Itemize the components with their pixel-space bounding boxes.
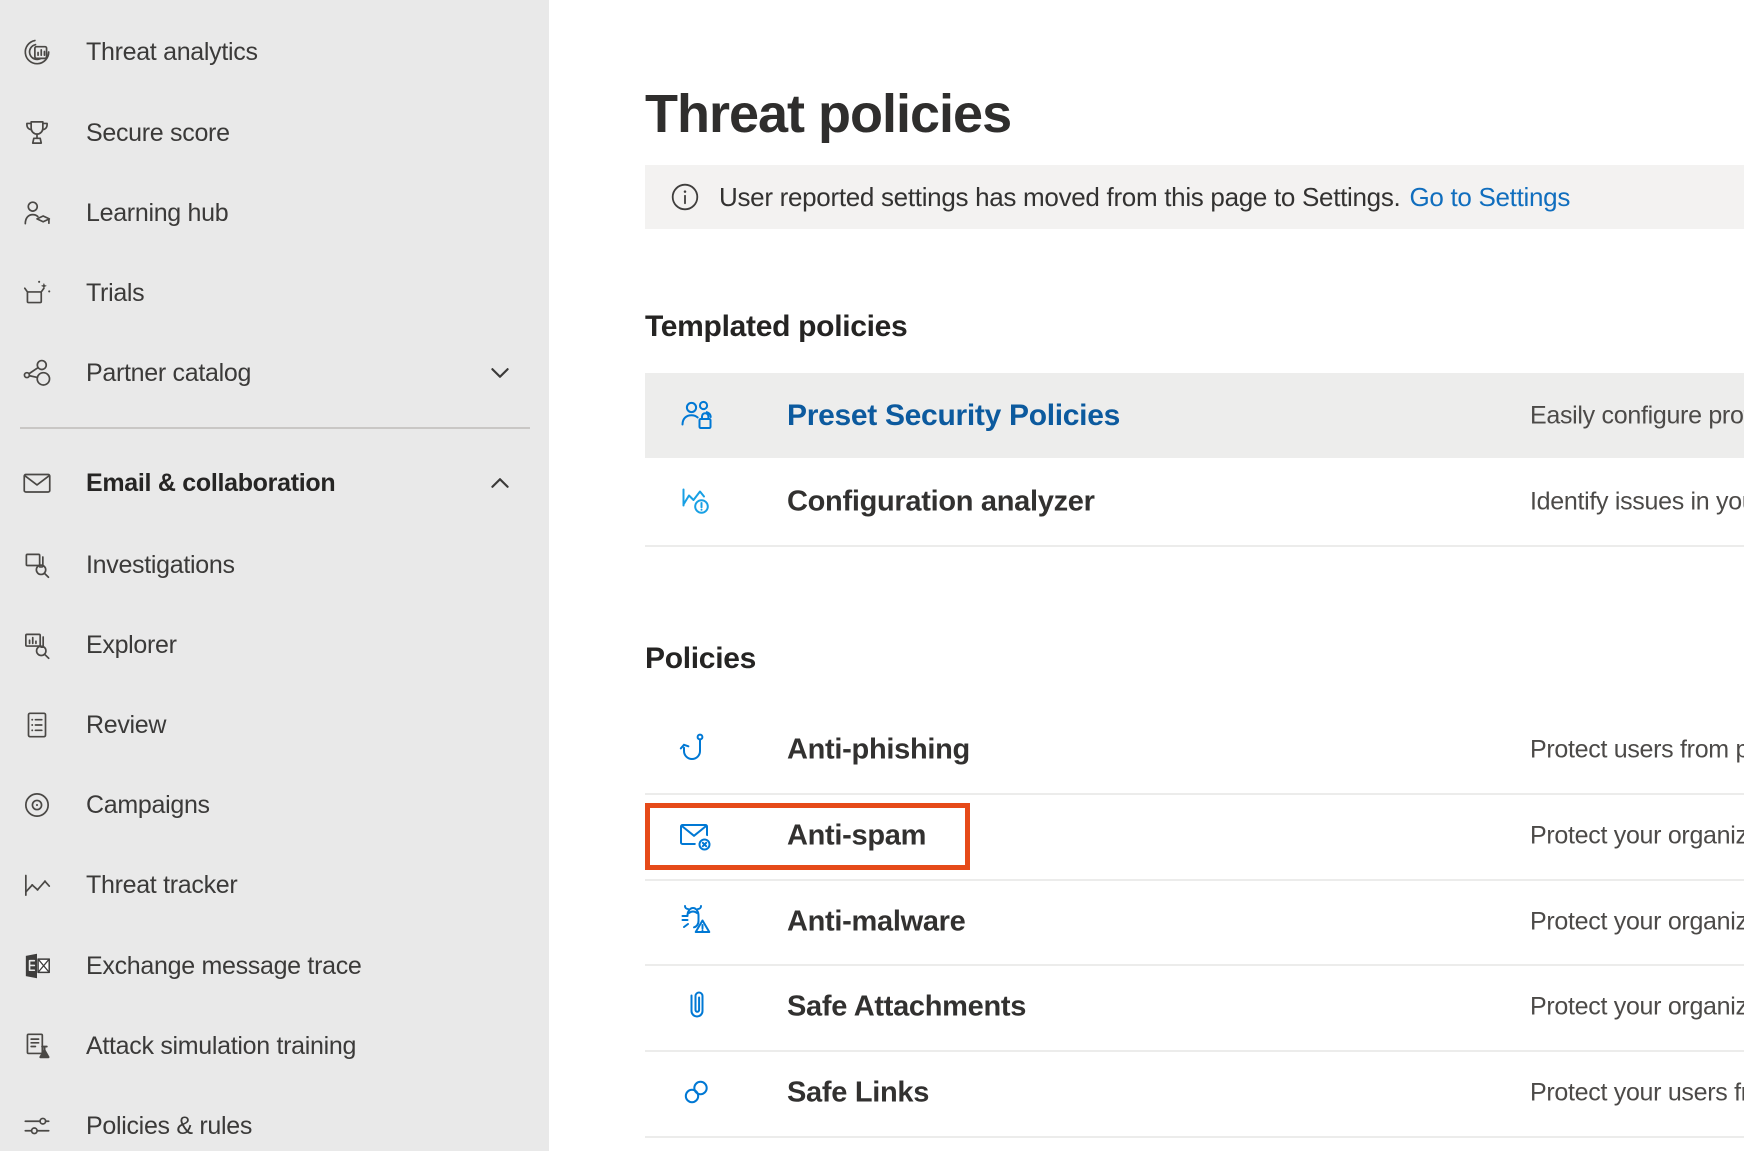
row-anti-malware[interactable]: Anti-malware Protect your organiz — [645, 879, 1744, 966]
sidebar-item-label: Exchange message trace — [86, 952, 362, 981]
sidebar-item-label: Explorer — [86, 631, 177, 660]
sidebar-item-secure-score[interactable]: Secure score — [0, 93, 549, 173]
explorer-icon — [20, 628, 54, 662]
safe-attachments-link[interactable]: Safe Attachments — [787, 991, 1026, 1024]
partner-catalog-icon — [20, 356, 54, 390]
envelope-icon — [20, 466, 54, 500]
threat-analytics-icon — [20, 35, 54, 69]
sidebar-item-partner-catalog[interactable]: Partner catalog — [0, 333, 549, 413]
row-description: Protect your organiz — [1530, 993, 1744, 1022]
sidebar-item-campaigns[interactable]: Campaigns — [0, 765, 549, 845]
sidebar: Threat analytics Secure score Learning h… — [0, 0, 549, 1151]
sidebar-divider — [20, 427, 530, 429]
sidebar-item-investigations[interactable]: Investigations — [0, 525, 549, 605]
row-safe-attachments[interactable]: Safe Attachments Protect your organiz — [645, 964, 1744, 1052]
threat-policies-page: Threat analytics Secure score Learning h… — [0, 0, 1744, 1151]
sidebar-item-explorer[interactable]: Explorer — [0, 605, 549, 685]
sidebar-item-label: Attack simulation training — [86, 1032, 356, 1061]
sidebar-item-label: Policies & rules — [86, 1112, 252, 1141]
sliders-icon — [20, 1109, 54, 1143]
fish-hook-icon — [677, 730, 717, 770]
preset-security-icon — [677, 396, 717, 436]
investigations-icon — [20, 548, 54, 582]
sidebar-item-review[interactable]: Review — [0, 685, 549, 765]
sidebar-item-exchange-message-trace[interactable]: Exchange message trace — [0, 926, 549, 1006]
sidebar-item-label: Email & collaboration — [86, 469, 335, 498]
row-anti-phishing[interactable]: Anti-phishing Protect users from p — [645, 707, 1744, 795]
chevron-up-icon[interactable] — [487, 470, 513, 496]
sidebar-item-label: Threat tracker — [86, 871, 237, 900]
anti-malware-link[interactable]: Anti-malware — [787, 905, 966, 938]
row-description: Protect your organiz — [1530, 822, 1744, 851]
sidebar-item-label: Review — [86, 711, 166, 740]
page-title: Threat policies — [645, 82, 1011, 147]
anti-spam-highlight-box — [645, 803, 970, 870]
info-banner: User reported settings has moved from th… — [645, 165, 1744, 229]
row-configuration-analyzer[interactable]: Configuration analyzer Identify issues i… — [645, 458, 1744, 547]
row-preset-security-policies[interactable]: Preset Security Policies Easily configur… — [645, 373, 1744, 458]
sidebar-item-label: Investigations — [86, 551, 235, 580]
configuration-analyzer-link[interactable]: Configuration analyzer — [787, 485, 1095, 518]
attack-simulation-icon — [20, 1029, 54, 1063]
bug-warning-icon — [677, 902, 717, 942]
exchange-logo-icon — [20, 949, 54, 983]
paperclip-icon — [677, 987, 717, 1027]
campaigns-bullseye-icon — [20, 788, 54, 822]
sidebar-item-label: Campaigns — [86, 791, 210, 820]
chain-links-icon — [677, 1073, 717, 1113]
trials-gift-icon — [20, 276, 54, 310]
anti-phishing-link[interactable]: Anti-phishing — [787, 734, 970, 767]
policies-heading: Policies — [645, 642, 756, 676]
sidebar-item-label: Threat analytics — [86, 38, 258, 67]
safe-links-link[interactable]: Safe Links — [787, 1077, 929, 1110]
trophy-icon — [20, 116, 54, 150]
row-description: Protect your users fr — [1530, 1079, 1744, 1108]
sidebar-item-threat-tracker[interactable]: Threat tracker — [0, 845, 549, 925]
sidebar-item-label: Learning hub — [86, 199, 228, 228]
info-icon — [670, 182, 700, 212]
sidebar-item-trials[interactable]: Trials — [0, 253, 549, 333]
row-safe-links[interactable]: Safe Links Protect your users fr — [645, 1050, 1744, 1138]
go-to-settings-link[interactable]: Go to Settings — [1409, 182, 1570, 213]
learning-hub-icon — [20, 196, 54, 230]
banner-message: User reported settings has moved from th… — [719, 182, 1400, 213]
sidebar-item-label: Trials — [86, 279, 144, 308]
sidebar-item-label: Partner catalog — [86, 359, 251, 388]
row-description: Easily configure prot — [1530, 401, 1744, 430]
row-description: Protect your organiz — [1530, 907, 1744, 936]
sidebar-item-policies-rules[interactable]: Policies & rules — [0, 1086, 549, 1151]
row-description: Identify issues in you — [1530, 487, 1744, 516]
preset-security-policies-link[interactable]: Preset Security Policies — [787, 399, 1120, 433]
sidebar-item-threat-analytics[interactable]: Threat analytics — [0, 12, 549, 92]
sidebar-item-attack-simulation-training[interactable]: Attack simulation training — [0, 1006, 549, 1086]
sidebar-item-email-collaboration[interactable]: Email & collaboration — [0, 443, 549, 523]
sidebar-item-learning-hub[interactable]: Learning hub — [0, 173, 549, 253]
sidebar-item-label: Secure score — [86, 119, 230, 148]
review-list-icon — [20, 708, 54, 742]
configuration-analyzer-icon — [677, 482, 717, 522]
row-description: Protect users from p — [1530, 736, 1744, 765]
templated-policies-heading: Templated policies — [645, 310, 907, 344]
line-chart-icon — [20, 868, 54, 902]
chevron-down-icon[interactable] — [487, 360, 513, 386]
